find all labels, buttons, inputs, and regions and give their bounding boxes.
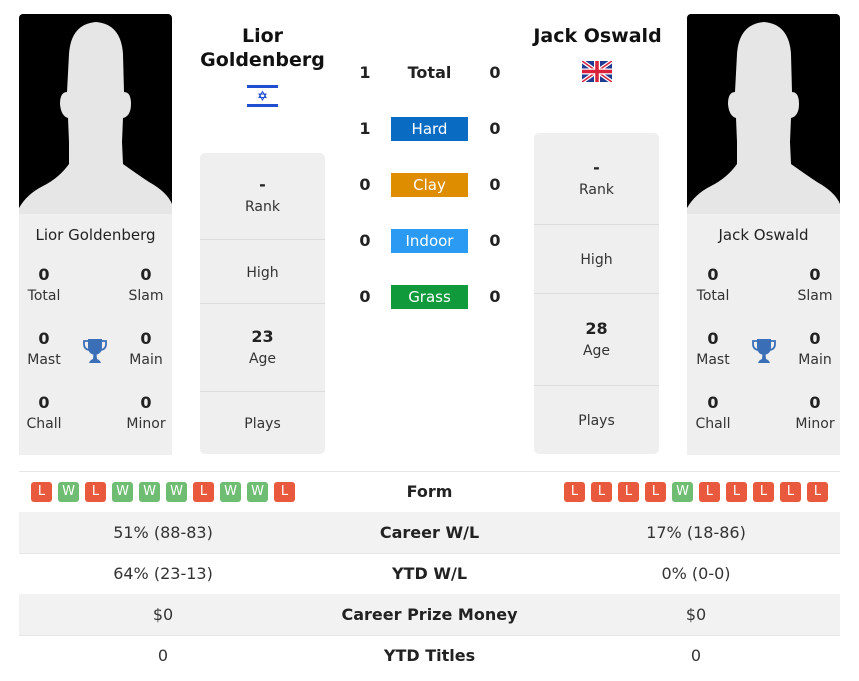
player2-age: 28 Age bbox=[534, 294, 659, 386]
player2-ytd-titles: 0 bbox=[690, 646, 702, 665]
surface-indoor-badge: Indoor bbox=[391, 229, 468, 253]
player1-form-badge-loss[interactable]: L bbox=[85, 481, 106, 502]
trophy-icon bbox=[83, 338, 107, 364]
h2h-player2-count: 0 bbox=[489, 231, 501, 250]
player1-challenger-titles: 0 Chall bbox=[26, 393, 62, 432]
player1-minor-titles: 0 Minor bbox=[126, 393, 166, 432]
h2h-player2-count: 0 bbox=[489, 119, 501, 138]
player2-career-wl: 17% (18-86) bbox=[646, 523, 746, 542]
player2-total-titles: 0 Total bbox=[696, 265, 730, 304]
h2h-player1-count: 1 bbox=[359, 63, 371, 82]
player1-slam-titles: 0 Slam bbox=[128, 265, 164, 304]
player2-challenger-titles: 0 Chall bbox=[695, 393, 731, 432]
h2h-player1-count: 0 bbox=[359, 231, 371, 250]
h2h-player1-count: 0 bbox=[359, 175, 371, 194]
player1-plays: Plays bbox=[244, 416, 281, 432]
player2-info-panel: - Rank High 28 Age Plays bbox=[534, 133, 659, 454]
player2-masters-titles: 0 Mast bbox=[696, 329, 730, 368]
ytd-wl-row: 64% (23-13) YTD W/L 0% (0-0) bbox=[19, 553, 840, 594]
player-silhouette-icon bbox=[19, 14, 172, 214]
player2-form: LLLLWLLLLL bbox=[564, 481, 828, 502]
player1-form-badge-loss[interactable]: L bbox=[274, 481, 295, 502]
ytd-titles-label: YTD Titles bbox=[383, 646, 476, 665]
player1-form-badge-win[interactable]: W bbox=[112, 481, 133, 502]
player2-plays: Plays bbox=[578, 413, 615, 429]
player1-age: 23 Age bbox=[200, 304, 325, 392]
player1-form-badge-win[interactable]: W bbox=[58, 481, 79, 502]
player2-form-badge-loss[interactable]: L bbox=[591, 481, 612, 502]
player1-career-wl: 51% (88-83) bbox=[113, 523, 213, 542]
player1-form-badge-win[interactable]: W bbox=[139, 481, 160, 502]
player-silhouette-icon bbox=[687, 14, 840, 214]
h2h-row-hard: 1 Hard 0 bbox=[350, 117, 510, 141]
player1-photo bbox=[19, 14, 172, 214]
ytd-wl-label: YTD W/L bbox=[391, 564, 468, 583]
player2-main-titles: 0 Main bbox=[798, 329, 832, 368]
player1-high: High bbox=[200, 240, 325, 304]
surface-hard-badge: Hard bbox=[391, 117, 468, 141]
player1-rank: - Rank bbox=[200, 153, 325, 240]
prize-money-label: Career Prize Money bbox=[341, 605, 518, 624]
player2-photo bbox=[687, 14, 840, 214]
player1-total-titles: 0 Total bbox=[27, 265, 61, 304]
player2-form-badge-loss[interactable]: L bbox=[645, 481, 666, 502]
player2-high: High bbox=[534, 225, 659, 294]
player2-form-badge-loss[interactable]: L bbox=[699, 481, 720, 502]
h2h-player1-count: 0 bbox=[359, 287, 371, 306]
player2-form-badge-loss[interactable]: L bbox=[753, 481, 774, 502]
player2-minor-titles: 0 Minor bbox=[795, 393, 835, 432]
player2-card-name: Jack Oswald bbox=[718, 226, 809, 244]
player1-form-badge-win[interactable]: W bbox=[220, 481, 241, 502]
player1-form: LWLWWWLWWL bbox=[31, 481, 295, 502]
career-wl-row: 51% (88-83) Career W/L 17% (18-86) bbox=[19, 512, 840, 553]
player2-form-badge-loss[interactable]: L bbox=[726, 481, 747, 502]
trophy-icon bbox=[752, 338, 776, 364]
form-label: Form bbox=[406, 482, 453, 501]
player2-ytd-wl: 0% (0-0) bbox=[661, 564, 731, 583]
player2-prize-money: $0 bbox=[685, 605, 707, 624]
player2-name-link[interactable]: Jack Oswald bbox=[515, 24, 680, 48]
player1-main-titles: 0 Main bbox=[129, 329, 163, 368]
player1-prize-money: $0 bbox=[152, 605, 174, 624]
form-row: LWLWWWLWWL Form LLLLWLLLLL bbox=[19, 471, 840, 512]
player1-form-badge-loss[interactable]: L bbox=[31, 481, 52, 502]
player2-rank: - Rank bbox=[534, 133, 659, 225]
prize-money-row: $0 Career Prize Money $0 bbox=[19, 594, 840, 635]
player2-form-badge-loss[interactable]: L bbox=[780, 481, 801, 502]
player2-form-badge-win[interactable]: W bbox=[672, 481, 693, 502]
h2h-row-grass: 0 Grass 0 bbox=[350, 285, 510, 309]
surface-grass-badge: Grass bbox=[391, 285, 468, 309]
player2-form-badge-loss[interactable]: L bbox=[618, 481, 639, 502]
h2h-row-total: 1 Total 0 bbox=[350, 61, 510, 85]
player1-name-link[interactable]: Lior Goldenberg bbox=[180, 24, 345, 72]
player1-ytd-titles: 0 bbox=[157, 646, 169, 665]
player1-form-badge-loss[interactable]: L bbox=[193, 481, 214, 502]
uk-flag-icon bbox=[580, 59, 614, 86]
h2h-player2-count: 0 bbox=[489, 63, 501, 82]
israel-flag-icon bbox=[247, 85, 278, 111]
player1-masters-titles: 0 Mast bbox=[27, 329, 61, 368]
career-wl-label: Career W/L bbox=[379, 523, 480, 542]
surface-clay-badge: Clay bbox=[391, 173, 468, 197]
h2h-player2-count: 0 bbox=[489, 175, 501, 194]
ytd-titles-row: 0 YTD Titles 0 bbox=[19, 635, 840, 676]
player1-info-panel: - Rank High 23 Age Plays bbox=[200, 153, 325, 454]
h2h-player2-count: 0 bbox=[489, 287, 501, 306]
player1-ytd-wl: 64% (23-13) bbox=[113, 564, 213, 583]
player1-card: Lior Goldenberg 0 Total 0 Slam 0 Mast 0 … bbox=[19, 14, 172, 455]
player1-form-badge-win[interactable]: W bbox=[247, 481, 268, 502]
h2h-row-indoor: 0 Indoor 0 bbox=[350, 229, 510, 253]
player2-card: Jack Oswald 0 Total 0 Slam 0 Mast 0 Main… bbox=[687, 14, 840, 455]
h2h-player1-count: 1 bbox=[359, 119, 371, 138]
player2-form-badge-loss[interactable]: L bbox=[807, 481, 828, 502]
player1-card-name: Lior Goldenberg bbox=[35, 226, 156, 244]
surface-total-label: Total bbox=[407, 63, 452, 82]
player2-slam-titles: 0 Slam bbox=[797, 265, 833, 304]
player1-form-badge-win[interactable]: W bbox=[166, 481, 187, 502]
h2h-row-clay: 0 Clay 0 bbox=[350, 173, 510, 197]
player2-form-badge-loss[interactable]: L bbox=[564, 481, 585, 502]
